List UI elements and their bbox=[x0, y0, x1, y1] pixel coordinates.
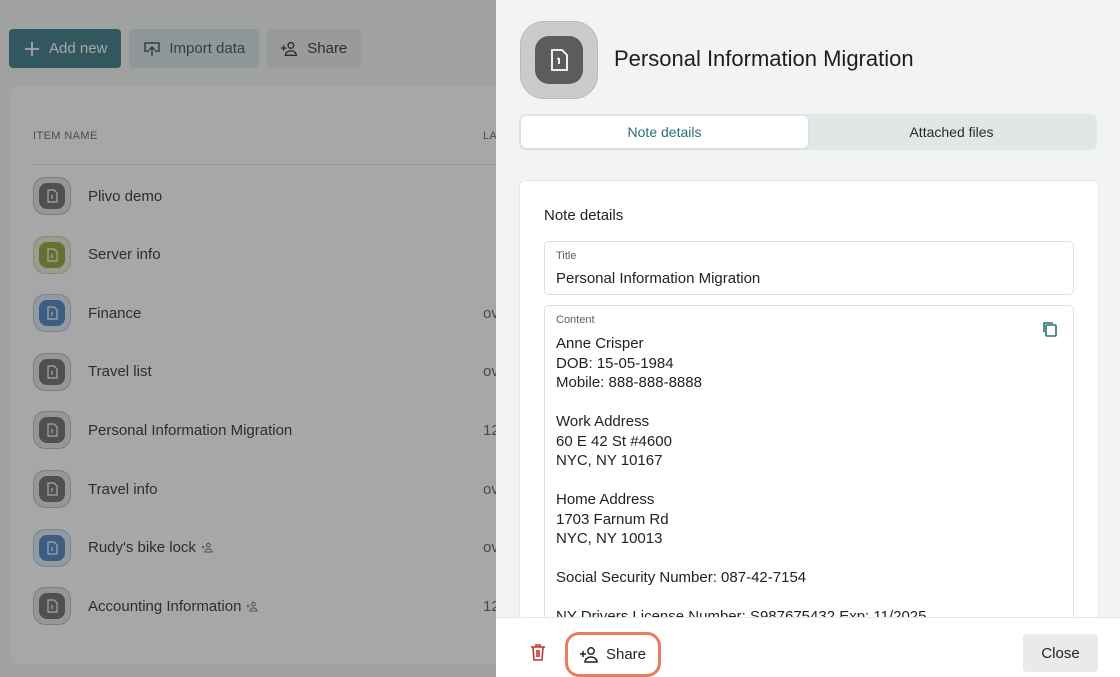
section-title: Note details bbox=[544, 207, 624, 224]
content-field[interactable]: Content Anne Crisper DOB: 15-05-1984 Mob… bbox=[544, 305, 1074, 619]
note-icon bbox=[520, 21, 598, 99]
panel-footer: Share Close bbox=[496, 617, 1120, 677]
detail-tabs: Note details Attached files bbox=[519, 114, 1097, 150]
share-button[interactable]: Share bbox=[565, 632, 661, 677]
tab-note-details[interactable]: Note details bbox=[521, 116, 808, 148]
tab-attached-files[interactable]: Attached files bbox=[808, 116, 1095, 148]
trash-icon[interactable] bbox=[528, 642, 548, 662]
share-button-label: Share bbox=[605, 646, 647, 663]
title-field-value[interactable]: Personal Information Migration bbox=[556, 270, 760, 287]
document-icon bbox=[551, 49, 568, 71]
content-field-value[interactable]: Anne Crisper DOB: 15-05-1984 Mobile: 888… bbox=[556, 334, 927, 619]
title-field-label: Title bbox=[556, 250, 577, 262]
content-field-label: Content bbox=[556, 314, 595, 326]
share-user-icon bbox=[579, 646, 598, 663]
note-details-card: Note details Title Personal Information … bbox=[519, 180, 1099, 620]
close-button[interactable]: Close bbox=[1023, 634, 1098, 672]
title-field[interactable]: Title Personal Information Migration bbox=[544, 241, 1074, 295]
note-detail-panel: Personal Information Migration Note deta… bbox=[496, 0, 1120, 677]
copy-icon[interactable] bbox=[1041, 320, 1059, 338]
panel-title: Personal Information Migration bbox=[614, 46, 914, 71]
